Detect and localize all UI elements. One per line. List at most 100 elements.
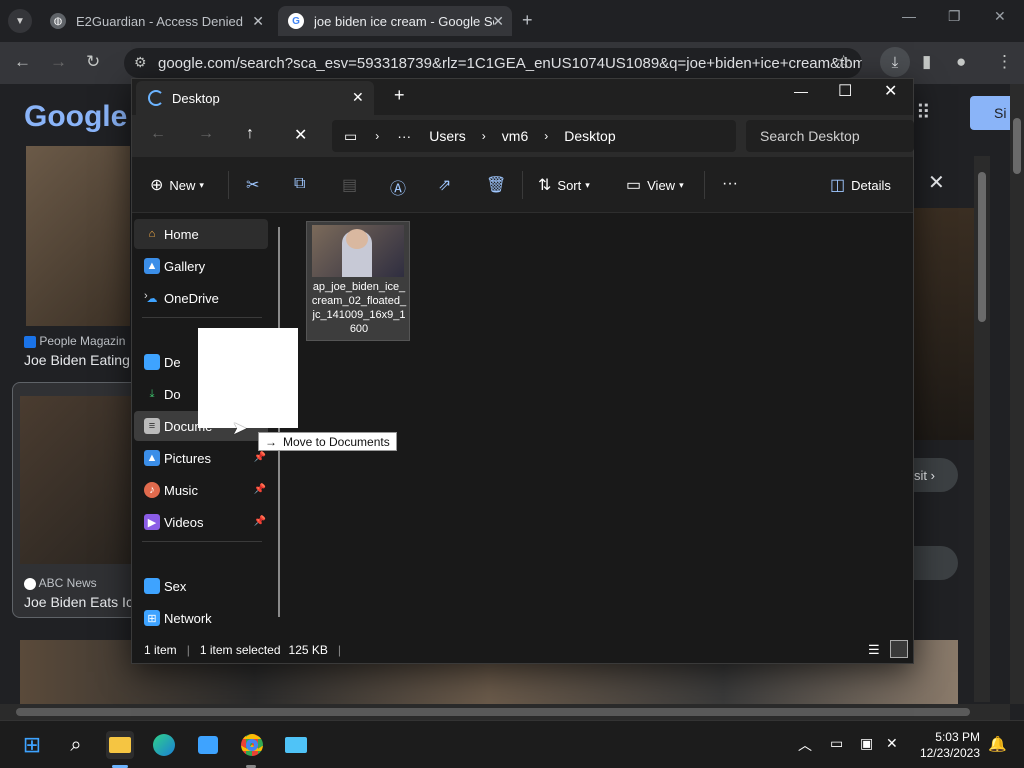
sidebar-item-videos[interactable]: ▶ Videos 📌 xyxy=(134,507,268,537)
clock[interactable]: 5:03 PM 12/23/2023 xyxy=(912,729,980,761)
edge-icon[interactable] xyxy=(150,731,178,759)
bookmark-star-icon[interactable]: ☆ xyxy=(836,52,851,72)
reload-icon[interactable]: ↻ xyxy=(86,52,100,72)
sidebar-item-pictures[interactable]: ▲ Pictures 📌 xyxy=(134,443,268,473)
preview-image[interactable] xyxy=(914,208,974,440)
paste-button[interactable]: ▤ xyxy=(342,175,363,195)
horizontal-scrollbar[interactable] xyxy=(0,704,1010,720)
copy-button[interactable]: ⧉ xyxy=(294,175,311,193)
breadcrumb[interactable]: ▭ › ··· Users › vm6 › Desktop xyxy=(332,120,736,152)
details-button[interactable]: ◫ Details xyxy=(830,175,891,195)
globe-icon: ◍ xyxy=(50,13,66,29)
plus-icon: ⊕ xyxy=(150,177,164,194)
up-icon[interactable]: ↑ xyxy=(246,125,254,143)
sign-in-button[interactable]: Si xyxy=(970,96,1010,130)
new-tab-icon[interactable]: + xyxy=(522,10,533,31)
search-chip[interactable] xyxy=(914,546,958,580)
forward-icon[interactable]: → xyxy=(198,125,214,143)
back-icon[interactable]: ← xyxy=(150,125,166,143)
close-icon[interactable]: ✕ xyxy=(492,13,504,30)
remote-desktop-icon[interactable] xyxy=(282,731,310,759)
file-explorer-icon[interactable] xyxy=(106,731,134,759)
visit-button[interactable]: sit › xyxy=(914,458,958,492)
music-icon: ♪ xyxy=(144,482,160,498)
breadcrumb-item[interactable]: Desktop xyxy=(564,128,615,144)
this-pc-icon[interactable]: ▭ xyxy=(344,128,357,145)
preview-close-icon[interactable]: ✕ xyxy=(928,170,945,195)
scroll-thumb[interactable] xyxy=(1013,118,1021,174)
breadcrumb-separator-icon[interactable]: › xyxy=(375,129,379,143)
start-icon[interactable]: ⊞ xyxy=(18,731,46,759)
address-bar[interactable]: ⚙ google.com/search?sca_esv=593318739&rl… xyxy=(124,48,862,78)
scroll-thumb[interactable] xyxy=(978,172,986,322)
sidebar-item-sex[interactable]: › Sex xyxy=(134,571,268,601)
volume-mute-icon[interactable]: ✕ xyxy=(886,735,898,752)
chrome-icon[interactable] xyxy=(238,731,266,759)
sidebar-item-gallery[interactable]: ▲ Gallery xyxy=(134,251,268,281)
details-view-icon[interactable]: ☰ xyxy=(868,642,880,658)
close-icon[interactable]: ✕ xyxy=(252,13,264,30)
search-input[interactable]: Search Desktop xyxy=(746,120,914,152)
restore-icon[interactable]: ❐ xyxy=(948,8,961,25)
sidebar-item-onedrive[interactable]: › ☁ OneDrive xyxy=(134,283,268,313)
result-title[interactable]: Joe Biden Eating xyxy=(24,352,130,368)
sidebar-item-network[interactable]: › ⊞ Network xyxy=(134,603,268,633)
results-scrollbar[interactable] xyxy=(974,156,990,702)
display-icon[interactable]: ▣ xyxy=(860,735,873,752)
store-icon[interactable] xyxy=(194,731,222,759)
explorer-tab[interactable]: Desktop ✕ xyxy=(136,81,374,115)
result-image[interactable] xyxy=(20,396,132,564)
close-window-icon[interactable]: ✕ xyxy=(884,81,897,101)
share-button[interactable]: ⇗ xyxy=(438,175,457,195)
page-scrollbar[interactable] xyxy=(1010,84,1024,704)
file-item-selected[interactable]: ap_joe_biden_ice_cream_02_floated_jc_141… xyxy=(306,221,410,341)
download-icon[interactable]: ⤓ xyxy=(880,47,910,77)
sidebar-item-home[interactable]: ⌂ Home xyxy=(134,219,268,249)
minimize-icon[interactable]: — xyxy=(902,8,916,24)
view-button[interactable]: ▭ View ▾ xyxy=(626,175,684,195)
back-icon[interactable]: ← xyxy=(14,52,31,72)
breadcrumb-item[interactable]: Users xyxy=(429,128,466,144)
side-panel-icon[interactable]: ▮ xyxy=(922,52,931,72)
chevron-up-icon[interactable]: ︿ xyxy=(798,735,812,755)
new-button[interactable]: ⊕ New ▾ xyxy=(150,175,204,195)
site-info-icon[interactable]: ⚙ xyxy=(134,54,147,71)
tab-e2guardian[interactable]: ◍ E2Guardian - Access Denied ✕ xyxy=(40,6,272,36)
cut-button[interactable]: ✂ xyxy=(246,175,265,195)
result-image[interactable] xyxy=(26,146,130,326)
stop-icon[interactable]: ✕ xyxy=(294,125,307,145)
apps-icon[interactable]: ⠿ xyxy=(916,100,931,125)
sort-button[interactable]: ⇅ Sort ▾ xyxy=(538,175,590,195)
search-icon[interactable]: ⌕ xyxy=(62,731,90,759)
close-icon[interactable]: ✕ xyxy=(352,89,364,106)
tab-search-button[interactable]: ▼ xyxy=(8,9,32,33)
divider: | xyxy=(186,643,190,657)
profile-icon[interactable]: ● xyxy=(956,52,966,72)
new-tab-icon[interactable]: + xyxy=(394,85,405,106)
breadcrumb-item[interactable]: vm6 xyxy=(502,128,528,144)
forward-icon[interactable]: → xyxy=(50,52,67,72)
network-icon[interactable]: ▭ xyxy=(830,735,843,752)
breadcrumb-separator-icon[interactable]: › xyxy=(482,129,486,143)
breadcrumb-overflow-icon[interactable]: ··· xyxy=(397,128,411,144)
more-options-icon[interactable]: ··· xyxy=(722,175,738,193)
result-source: ABC News xyxy=(24,576,97,590)
explorer-title-bar: Desktop ✕ + — ☐ ✕ xyxy=(132,79,913,115)
google-logo[interactable]: Google xyxy=(24,100,127,134)
scroll-thumb[interactable] xyxy=(16,708,970,716)
divider xyxy=(142,317,262,318)
rename-button[interactable]: Ⓐ xyxy=(390,175,412,199)
delete-button[interactable]: 🗑 xyxy=(486,175,512,195)
large-icons-view-icon[interactable] xyxy=(890,640,908,658)
breadcrumb-separator-icon[interactable]: › xyxy=(544,129,548,143)
tab-google-search[interactable]: G joe biden ice cream - Google Se ✕ xyxy=(278,6,512,36)
menu-icon[interactable]: ⋮ xyxy=(996,52,1013,72)
notification-bell-icon[interactable]: 🔔 xyxy=(988,735,1007,753)
maximize-icon[interactable]: ☐ xyxy=(838,81,852,101)
result-title[interactable]: Joe Biden Eats Ic xyxy=(24,594,133,610)
minimize-icon[interactable]: — xyxy=(794,83,808,99)
view-icon: ▭ xyxy=(626,177,642,194)
file-name: ap_joe_biden_ice_cream_02_floated_jc_141… xyxy=(311,281,407,335)
sidebar-item-music[interactable]: ♪ Music 📌 xyxy=(134,475,268,505)
close-window-icon[interactable]: ✕ xyxy=(994,8,1006,25)
